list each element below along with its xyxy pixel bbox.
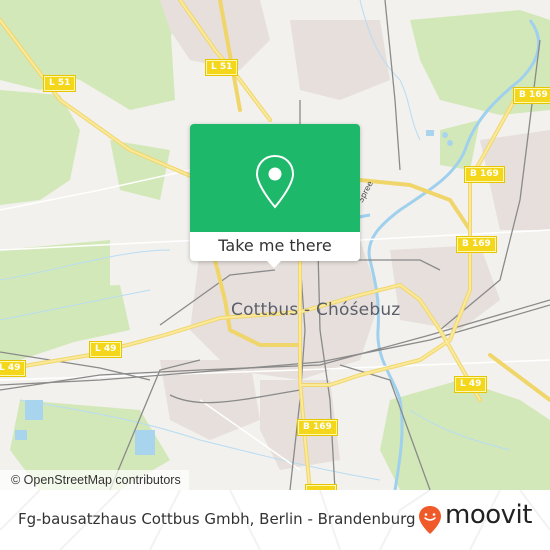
place-name: Fg-bausatzhaus Cottbus Gmbh, Berlin - Br… (18, 510, 416, 528)
moovit-pin-icon (419, 506, 441, 534)
road-shield-l51-north: L 51 (206, 60, 238, 75)
road-shield-l49-east: L 49 (455, 377, 487, 392)
road-shield-b169-south: B 169 (298, 420, 337, 435)
road-shield-l49-edge: L 49 (0, 361, 26, 376)
road-shield-l49-west: L 49 (90, 342, 122, 357)
road-shield-b169-east: B 169 (465, 167, 504, 182)
popup-header (190, 124, 360, 232)
map-view[interactable]: L 51 L 51 B 169 B 169 B 169 B 169 L 49 L… (0, 0, 550, 490)
map-pin-icon (255, 154, 295, 209)
take-me-there-button[interactable]: Take me there (190, 232, 360, 261)
city-label: Cottbus - Chóśebuz (231, 300, 401, 320)
location-popup: Take me there (190, 124, 360, 268)
popup-tail (266, 260, 282, 268)
moovit-wordmark: moovit (445, 500, 532, 530)
map-attribution[interactable]: © OpenStreetMap contributors (0, 470, 189, 490)
road-shield-l51-west: L 51 (44, 76, 76, 91)
road-shield-b169-center: B 169 (457, 237, 496, 252)
road-shield-b169-ne: B 169 (514, 88, 550, 103)
footer: Fg-bausatzhaus Cottbus Gmbh, Berlin - Br… (0, 490, 550, 550)
